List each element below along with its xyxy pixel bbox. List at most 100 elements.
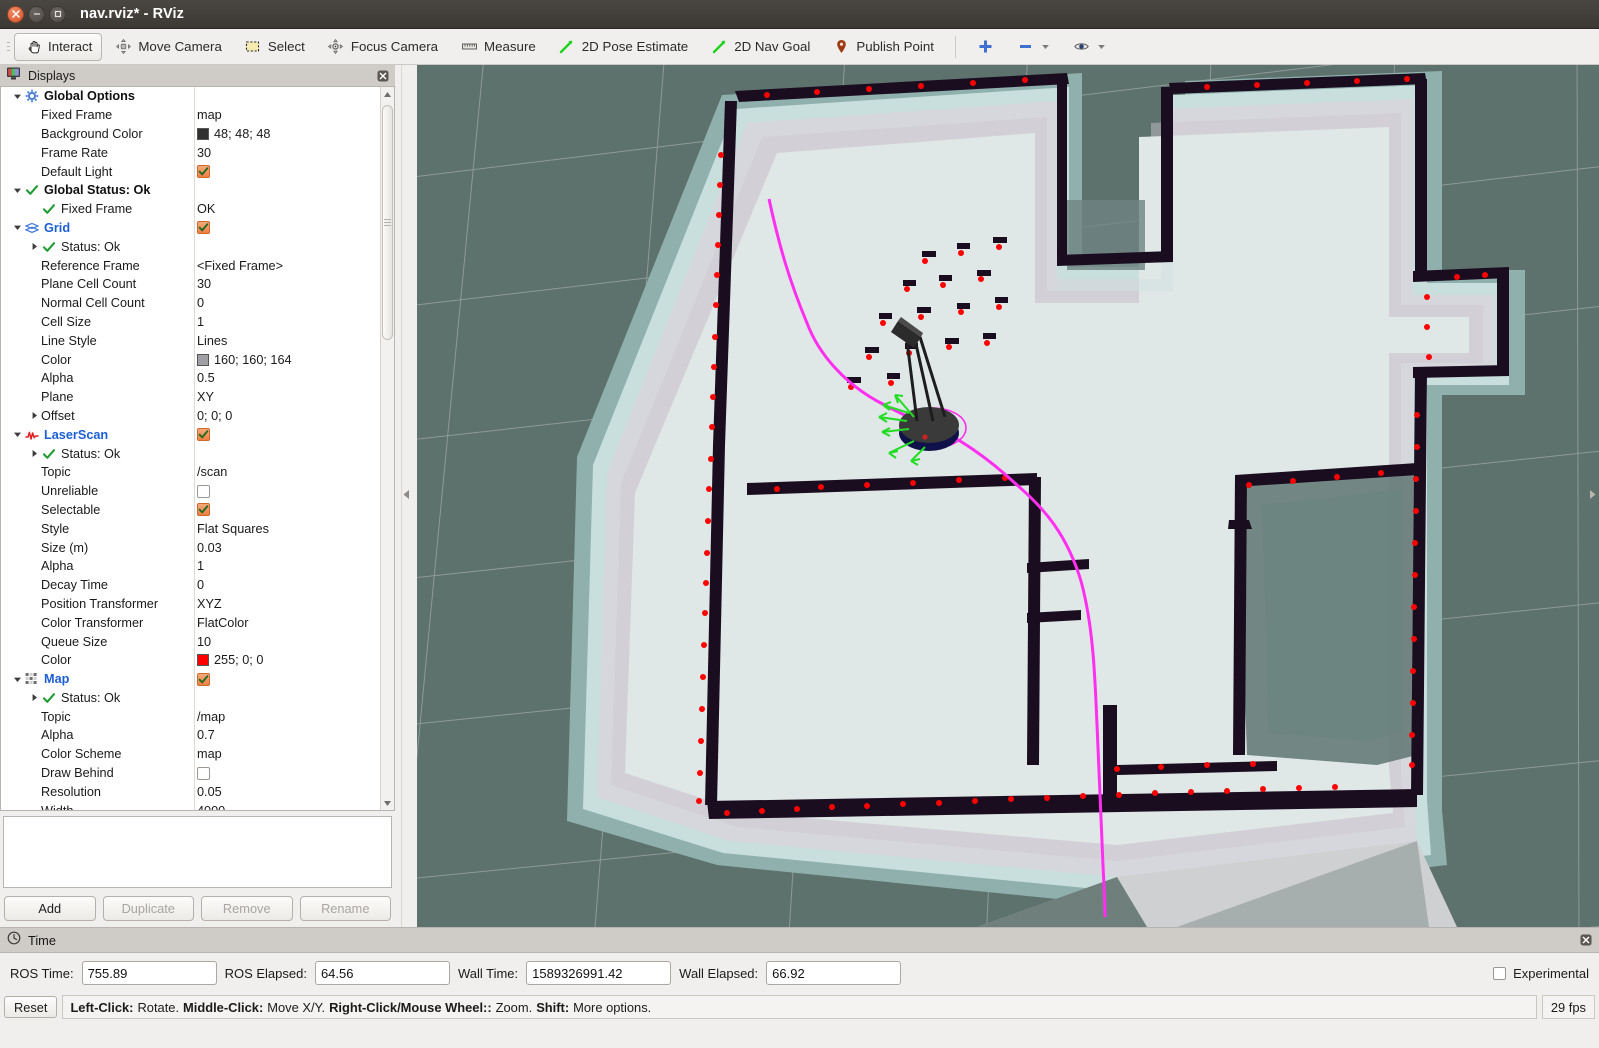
tree-row-value-cell[interactable]: 160; 160; 164: [194, 353, 380, 367]
tree-row[interactable]: Plane Cell Count 30: [1, 275, 380, 294]
displays-tree[interactable]: Global Options Fixed Frame map Background C…: [1, 87, 380, 810]
tree-expander[interactable]: [28, 449, 41, 458]
tree-row[interactable]: Status: Ok: [1, 444, 380, 463]
tree-row-value-cell[interactable]: OK: [194, 202, 380, 216]
tree-row-checkbox[interactable]: [197, 428, 210, 442]
tree-row-value-cell[interactable]: 0; 0; 0: [194, 409, 380, 423]
tree-row-checkbox[interactable]: [197, 221, 210, 235]
tree-row[interactable]: Grid: [1, 219, 380, 238]
tree-row-checkbox[interactable]: [197, 484, 210, 498]
tree-row-value-cell[interactable]: XY: [194, 390, 380, 404]
tree-expander[interactable]: [11, 675, 24, 684]
tree-row[interactable]: Alpha 0.5: [1, 369, 380, 388]
tree-row[interactable]: Position Transformer XYZ: [1, 595, 380, 614]
chevron-down-icon-2[interactable]: [1097, 38, 1107, 56]
tree-row[interactable]: Line Style Lines: [1, 331, 380, 350]
tree-row[interactable]: Fixed Frame OK: [1, 200, 380, 219]
tree-row-value-cell[interactable]: 4000: [194, 804, 380, 810]
tree-row-value-cell[interactable]: 1: [194, 559, 380, 573]
tree-row[interactable]: Global Status: Ok: [1, 181, 380, 200]
tree-row[interactable]: Unreliable: [1, 482, 380, 501]
tree-row[interactable]: Color 255; 0; 0: [1, 651, 380, 670]
collapse-left-arrow-icon[interactable]: [402, 489, 411, 503]
tree-row[interactable]: Color Scheme map: [1, 745, 380, 764]
duplicate-display-button[interactable]: Duplicate: [102, 896, 194, 921]
tree-row[interactable]: Reference Frame <Fixed Frame>: [1, 256, 380, 275]
tree-row-value-cell[interactable]: 0: [194, 296, 380, 310]
chevron-down-icon[interactable]: [1041, 38, 1051, 56]
tree-row[interactable]: Alpha 1: [1, 557, 380, 576]
tree-row-value-cell[interactable]: 0.7: [194, 728, 380, 742]
window-minimize-button[interactable]: [28, 5, 45, 23]
tree-row[interactable]: Status: Ok: [1, 237, 380, 256]
tree-row[interactable]: Map: [1, 670, 380, 689]
collapse-right-arrow-icon[interactable]: [1588, 489, 1597, 503]
tree-expander[interactable]: [11, 186, 24, 195]
tool-measure[interactable]: Measure: [450, 33, 546, 61]
add-display-button[interactable]: Add: [4, 896, 96, 921]
color-swatch[interactable]: [197, 127, 209, 140]
tree-row[interactable]: Normal Cell Count 0: [1, 294, 380, 313]
tree-row-value-cell[interactable]: [194, 672, 380, 686]
color-swatch[interactable]: [197, 353, 209, 366]
tree-row-value-cell[interactable]: FlatColor: [194, 616, 380, 630]
tree-row-checkbox[interactable]: [197, 672, 210, 686]
scroll-up-arrow-icon[interactable]: [381, 87, 394, 101]
tree-row-value-cell[interactable]: [194, 428, 380, 442]
scrollbar-thumb[interactable]: [382, 105, 393, 340]
tree-row-checkbox[interactable]: [197, 165, 210, 179]
tool-select[interactable]: Select: [234, 33, 315, 61]
wall-elapsed-input[interactable]: [766, 961, 902, 985]
chevron-right-icon[interactable]: [30, 242, 39, 251]
tree-row-value-cell[interactable]: 0.5: [194, 371, 380, 385]
scroll-down-arrow-icon[interactable]: [381, 796, 394, 810]
tree-row[interactable]: Selectable: [1, 501, 380, 520]
wall-time-input[interactable]: [526, 961, 672, 985]
experimental-toggle[interactable]: Experimental: [1493, 966, 1589, 981]
chevron-right-icon[interactable]: [30, 693, 39, 702]
tree-row-checkbox[interactable]: [197, 503, 210, 517]
chevron-right-icon[interactable]: [30, 449, 39, 458]
rename-display-button[interactable]: Rename: [299, 896, 391, 921]
chevron-down-icon[interactable]: [13, 92, 22, 101]
tree-row[interactable]: Status: Ok: [1, 689, 380, 708]
tree-row[interactable]: Cell Size 1: [1, 313, 380, 332]
render-viewport-3d[interactable]: [417, 65, 1599, 927]
tree-row-value-cell[interactable]: [194, 503, 380, 517]
tree-row[interactable]: Size (m) 0.03: [1, 538, 380, 557]
tree-row-value-cell[interactable]: /scan: [194, 465, 380, 479]
tree-expander[interactable]: [11, 223, 24, 232]
displays-tree-scrollbar[interactable]: [380, 87, 394, 810]
displays-close-button[interactable]: [376, 69, 389, 82]
color-swatch[interactable]: [197, 654, 209, 667]
tree-row-value-cell[interactable]: Lines: [194, 334, 380, 348]
tree-row[interactable]: Offset 0; 0; 0: [1, 407, 380, 426]
chevron-down-icon[interactable]: [13, 430, 22, 439]
toolbar-remove-tool-button[interactable]: [1007, 33, 1061, 61]
chevron-down-icon[interactable]: [13, 675, 22, 684]
toolbar-add-tool-button[interactable]: [967, 33, 1005, 61]
tree-expander[interactable]: [28, 411, 41, 420]
window-close-button[interactable]: [7, 5, 24, 23]
tree-row[interactable]: Draw Behind: [1, 764, 380, 783]
tree-expander[interactable]: [11, 430, 24, 439]
window-maximize-button[interactable]: [49, 5, 66, 23]
tree-row[interactable]: Width 4000: [1, 801, 380, 810]
tree-row[interactable]: Alpha 0.7: [1, 726, 380, 745]
chevron-right-icon[interactable]: [30, 411, 39, 420]
tree-row[interactable]: Queue Size 10: [1, 632, 380, 651]
tool-publish-point[interactable]: Publish Point: [822, 33, 944, 61]
tree-row[interactable]: LaserScan: [1, 425, 380, 444]
tree-row[interactable]: Global Options: [1, 87, 380, 106]
tree-row[interactable]: Default Light: [1, 162, 380, 181]
tool-2d-pose-estimate[interactable]: 2D Pose Estimate: [548, 33, 698, 61]
ros-time-input[interactable]: [81, 961, 217, 985]
tree-expander[interactable]: [28, 242, 41, 251]
tree-row-value-cell[interactable]: Flat Squares: [194, 522, 380, 536]
tree-row-value-cell[interactable]: 30: [194, 277, 380, 291]
remove-display-button[interactable]: Remove: [201, 896, 293, 921]
tool-focus-camera[interactable]: Focus Camera: [317, 33, 448, 61]
tree-row-value-cell[interactable]: 48; 48; 48: [194, 127, 380, 141]
tree-row-value-cell[interactable]: 0.05: [194, 785, 380, 799]
tree-row[interactable]: Decay Time 0: [1, 576, 380, 595]
